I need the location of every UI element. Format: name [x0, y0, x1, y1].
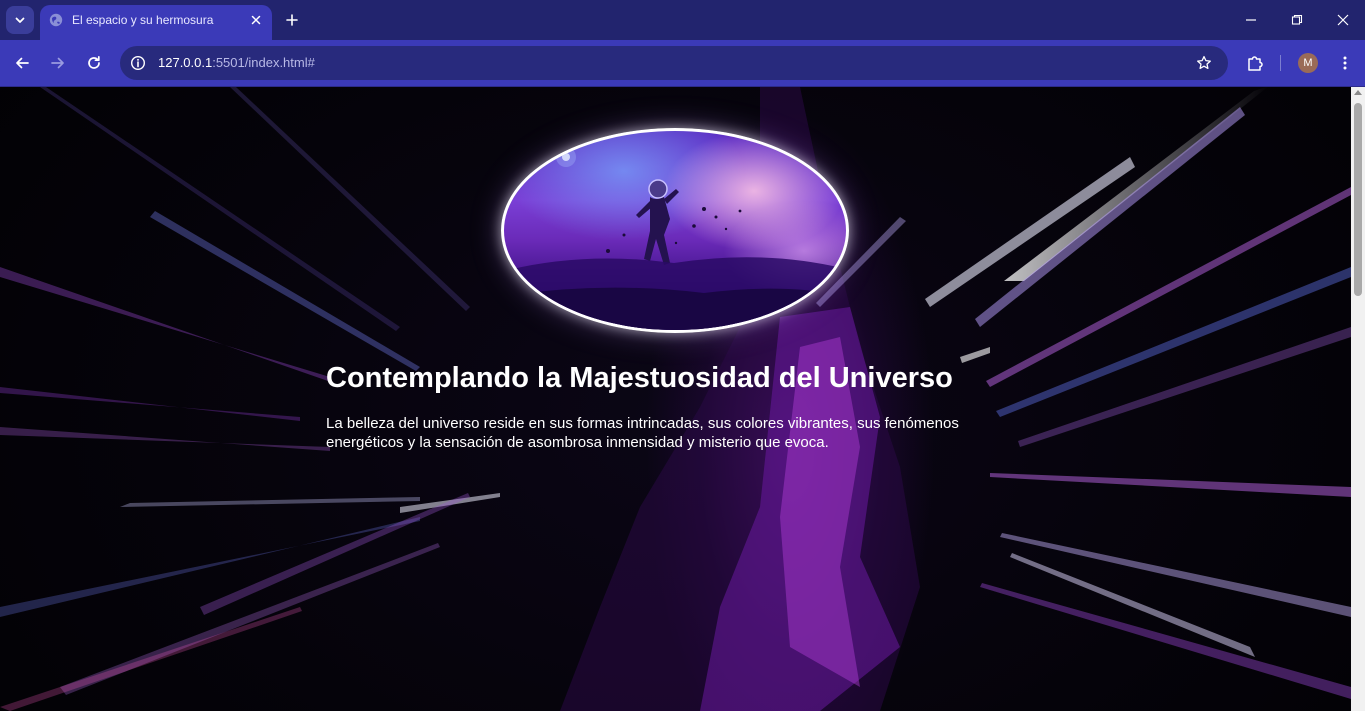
- page-description: La belleza del universo reside en sus fo…: [326, 415, 959, 451]
- globe-icon: [49, 13, 63, 27]
- browser-menu-button[interactable]: [1332, 50, 1358, 76]
- browser-tab-active[interactable]: El espacio y su hermosura: [40, 5, 272, 40]
- scroll-up-arrow-icon[interactable]: [1354, 90, 1362, 95]
- astronaut-icon: [504, 147, 846, 330]
- forward-button[interactable]: [45, 50, 71, 76]
- url-path: :5501/index.html#: [212, 55, 315, 70]
- page-title: Contemplando la Majestuosidad del Univer…: [326, 362, 953, 394]
- restore-button[interactable]: [1274, 0, 1320, 40]
- back-button[interactable]: [9, 50, 35, 76]
- astronaut-nebula-image: [501, 128, 849, 333]
- site-info-button[interactable]: [128, 53, 148, 73]
- tab-search-button[interactable]: [6, 6, 34, 34]
- arrow-left-icon: [16, 57, 29, 69]
- url-host: 127.0.0.1: [158, 55, 213, 70]
- scrollbar-thumb[interactable]: [1354, 103, 1362, 296]
- address-bar[interactable]: 127.0.0.1:5501/index.html#: [120, 46, 1228, 80]
- page-scrollbar[interactable]: [1351, 87, 1365, 711]
- close-icon: [251, 15, 261, 25]
- star-icon: [1197, 55, 1211, 70]
- kebab-menu-icon: [1343, 56, 1347, 70]
- chevron-down-icon: [15, 17, 25, 23]
- reload-button[interactable]: [81, 50, 107, 76]
- bookmark-button[interactable]: [1194, 53, 1214, 73]
- puzzle-icon: [1248, 56, 1263, 71]
- browser-titlebar: El espacio y su hermosura: [0, 0, 1365, 40]
- page-viewport: Contemplando la Majestuosidad del Univer…: [0, 87, 1351, 711]
- close-icon: [1337, 14, 1349, 26]
- arrow-right-icon: [51, 57, 64, 69]
- new-tab-button[interactable]: [282, 10, 302, 30]
- minimize-button[interactable]: [1228, 0, 1274, 40]
- info-icon: [130, 55, 146, 71]
- tab-title: El espacio y su hermosura: [72, 13, 214, 27]
- url-text[interactable]: 127.0.0.1:5501/index.html#: [158, 55, 315, 70]
- close-window-button[interactable]: [1320, 0, 1365, 40]
- extensions-button[interactable]: [1242, 50, 1268, 76]
- tab-close-button[interactable]: [248, 12, 264, 28]
- browser-toolbar: 127.0.0.1:5501/index.html# M: [0, 40, 1365, 87]
- restore-icon: [1291, 14, 1303, 25]
- plus-icon: [286, 14, 298, 26]
- profile-avatar[interactable]: M: [1298, 53, 1318, 73]
- minimize-icon: [1246, 19, 1256, 21]
- toolbar-divider: [1280, 55, 1281, 71]
- reload-icon: [88, 55, 100, 69]
